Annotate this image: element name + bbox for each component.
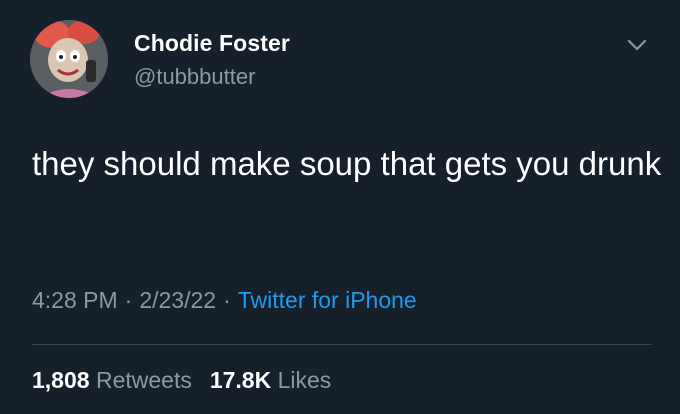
separator-dot: ·	[223, 287, 231, 313]
display-name[interactable]: Chodie Foster	[134, 30, 290, 57]
cartoon-character-avatar-icon	[30, 20, 108, 98]
chevron-down-icon[interactable]	[624, 32, 650, 58]
retweets-count: 1,808	[32, 367, 90, 393]
tweet-card: Chodie Foster @tubbbutter they should ma…	[0, 0, 680, 414]
tweet-time[interactable]: 4:28 PM	[32, 287, 118, 313]
tweet-date[interactable]: 2/23/22	[139, 287, 216, 313]
separator-dot: ·	[124, 287, 133, 313]
retweets-label: Retweets	[95, 367, 192, 393]
likes-label: Likes	[277, 367, 332, 393]
engagement-stats: 1,808 Retweets 17.8K Likes	[32, 367, 349, 394]
tweet-source-link[interactable]: Twitter for iPhone	[238, 287, 417, 313]
likes-stat[interactable]: 17.8K Likes	[210, 367, 331, 394]
likes-count: 17.8K	[209, 367, 272, 393]
user-handle[interactable]: @tubbbutter	[134, 64, 255, 90]
retweets-stat[interactable]: 1,808 Retweets	[32, 367, 192, 394]
avatar[interactable]	[30, 20, 108, 98]
divider	[32, 344, 652, 345]
tweet-text: they should make soup that gets you drun…	[32, 145, 662, 182]
tweet-metadata: 4:28 PM · 2/23/22 · Twitter for iPhone	[32, 287, 417, 314]
